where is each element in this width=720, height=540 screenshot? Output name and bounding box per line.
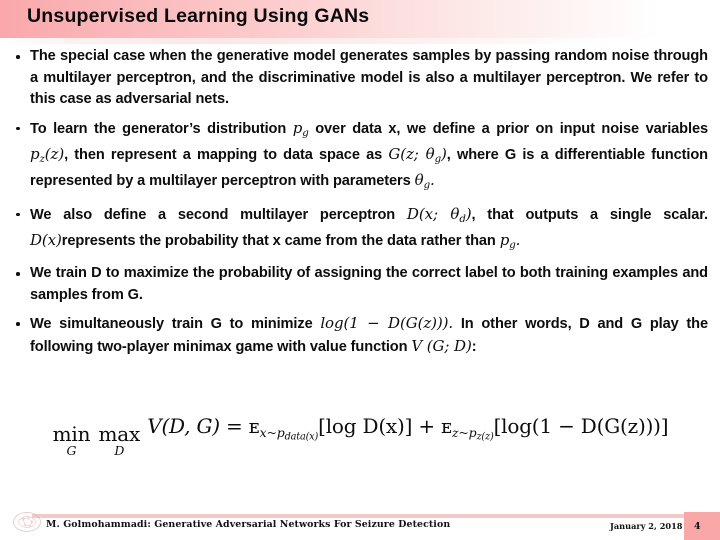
bullet-dot-icon	[16, 272, 20, 276]
inline-math-subscript: g	[509, 239, 516, 251]
min-op-label: min	[52, 422, 91, 447]
expectation-1-sub-small: data(x)	[284, 431, 319, 443]
bullet-item-4: We train D to maximize the probability o…	[0, 263, 720, 306]
inline-math-2: pg	[292, 118, 309, 139]
inline-math-subscript: d	[459, 213, 466, 225]
expectation-2-subscript: z~pz(z)	[452, 425, 494, 443]
bullet-dot-icon	[16, 126, 20, 130]
footer-credit: M. Golmohammadi: Generative Adversarial …	[46, 519, 451, 530]
inline-math-subscript: g	[434, 153, 442, 165]
institution-logo-icon	[13, 512, 41, 532]
bullet-dot-icon	[16, 212, 20, 217]
expectation-2-sub-main: z~p	[452, 425, 477, 440]
footer-divider	[32, 514, 687, 518]
inline-math-4: D(x)	[30, 230, 62, 249]
bullet-text-4: We train D to maximize the probability o…	[30, 265, 708, 303]
bullet-item-1: The special case when the generative mod…	[0, 46, 720, 111]
expectation-symbol-2: ᴇ	[441, 414, 452, 438]
expectation-symbol-1: ᴇ	[248, 414, 260, 438]
bullet-dot-icon	[16, 55, 20, 59]
expectation-1-sub-main: x~p	[259, 425, 285, 440]
bullet-dot-icon	[16, 322, 20, 326]
inline-math-6: pg.	[499, 230, 521, 251]
inline-math-6: G(z; θg)	[388, 144, 447, 165]
slide-canvas: Unsupervised Learning Using GANs The spe…	[0, 0, 720, 540]
bullet-item-3: We also define a second multilayer perce…	[0, 204, 720, 257]
bullet-list: The special case when the generative mod…	[0, 46, 720, 365]
plus-sign: +	[418, 414, 435, 438]
bullet-text-1: The special case when the generative mod…	[30, 48, 708, 107]
bullet-text-3: We also define a second multilayer perce…	[30, 204, 708, 251]
page-title: Unsupervised Learning Using GANs	[27, 5, 370, 27]
expectation-2-body: [log(1 − D(G(z)))]	[493, 414, 669, 438]
equation-row: min G max D V(D, G) = ᴇx~pdata(x)[log D(…	[0, 414, 720, 458]
page-number-badge	[684, 512, 720, 540]
title-banner-fade	[0, 38, 720, 44]
bullet-item-5: We simultaneously train G to minimize lo…	[0, 313, 720, 358]
inline-math-subscript: z	[39, 153, 45, 165]
value-function-term: V(D, G)	[147, 414, 220, 438]
inline-math-subscript: g	[302, 127, 309, 139]
inline-math-2: log(1 − D(G(z))).	[320, 314, 454, 333]
equals-sign: =	[226, 414, 243, 438]
bullet-text-2: To learn the generator’s distribution pg…	[30, 118, 708, 192]
inline-math-4: pz(z)	[30, 144, 65, 165]
inline-math-4: V (G; D)	[411, 336, 472, 355]
expectation-1-body: [log D(x)]	[318, 414, 413, 438]
page-number: 4	[694, 521, 701, 532]
max-op-subscript: D	[114, 443, 125, 459]
expectation-1-subscript: x~pdata(x)	[259, 425, 319, 443]
bullet-item-2: To learn the generator’s distribution pg…	[0, 118, 720, 197]
gan-minimax-equation: min G max D V(D, G) = ᴇx~pdata(x)[log D(…	[52, 414, 669, 458]
expectation-2-sub-small: z(z)	[476, 431, 494, 443]
max-op-label: max	[98, 422, 141, 447]
min-operator: min G	[53, 424, 91, 458]
max-operator: max D	[98, 424, 140, 458]
min-op-subscript: G	[66, 443, 77, 459]
inline-math-subscript: g	[423, 180, 431, 192]
inline-math-8: θg.	[414, 171, 435, 192]
bullet-text-5: We simultaneously train G to minimize lo…	[30, 314, 708, 355]
inline-math-2: D(x; θd)	[406, 204, 472, 225]
footer-date: January 2, 2018	[610, 521, 683, 531]
